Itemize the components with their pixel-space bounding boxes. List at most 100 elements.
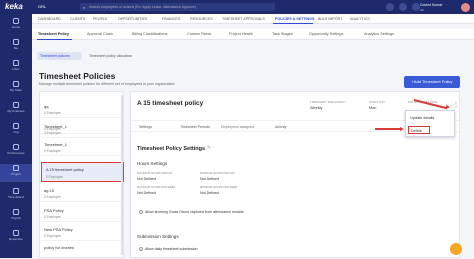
nav-policies-settings[interactable]: POLICIES & SETTINGS xyxy=(275,17,314,21)
help-icon[interactable] xyxy=(399,3,407,11)
max-hours-day-label: MAXIMUM HOURS PER DAY xyxy=(137,172,173,175)
top-icons xyxy=(386,3,420,11)
nav-opportunities[interactable]: OPPORTUNITIES xyxy=(118,17,147,21)
edit-pencil-icon[interactable]: ✎ xyxy=(207,145,211,151)
sidebar-item-project[interactable]: Project xyxy=(0,164,32,182)
main-nav: DASHBOARD CLIENTS PEOPLE OPPORTUNITIES F… xyxy=(32,14,474,24)
policy-name: PSA Policy xyxy=(44,208,64,213)
add-timesheet-policy-button[interactable]: +Add Timesheet Policy xyxy=(404,76,460,88)
tab-billing-classifications[interactable]: Billing Classifications xyxy=(132,32,167,36)
policy-subtabs: Timesheet policies Timesheet policy allo… xyxy=(32,50,474,61)
tab-approval-chain[interactable]: Approval Chain xyxy=(87,32,113,36)
gross-hours-check-icon xyxy=(139,210,143,214)
help-chat-icon[interactable] xyxy=(450,243,462,255)
tab-task-stages[interactable]: Task Stages xyxy=(272,32,293,36)
min-hours-day-label: MINIMUM HOURS PER DAY xyxy=(200,172,235,175)
home-icon xyxy=(13,18,19,24)
frequency-value: Weekly xyxy=(310,106,323,110)
policy-count: 0 Employee xyxy=(44,149,61,153)
nav-people[interactable]: PEOPLE xyxy=(93,17,107,21)
list-item[interactable]: Timesheet_1 0 Employee xyxy=(40,122,123,138)
max-hours-day-value: Not Defined xyxy=(137,177,156,181)
sidebar-item-time[interactable]: Time Attend xyxy=(0,187,32,201)
frequency-label: TIMESHEET FREQUENCY xyxy=(310,100,347,104)
chart-icon xyxy=(13,144,19,150)
nav-analytics[interactable]: ANALYTICS xyxy=(350,17,370,21)
tab-activity[interactable]: Activity xyxy=(275,125,286,129)
sidebar-item-myteam[interactable]: My Team xyxy=(0,80,32,94)
list-item[interactable]: policy for charles xyxy=(40,243,123,259)
search-input[interactable]: ⌕ Search employees or actions (Ex: Apply… xyxy=(80,3,275,11)
sidebar-label: My Team xyxy=(9,88,23,92)
keka-logo[interactable]: keka xyxy=(5,2,23,11)
sidebar: Home Me Inbox My Team My Finances Org Pe… xyxy=(0,14,32,258)
bell-icon[interactable] xyxy=(386,3,394,11)
tab-analytics-settings[interactable]: Analytics Settings xyxy=(364,32,394,36)
list-item[interactable]: ag 15 0 Employee xyxy=(40,186,123,202)
org-name[interactable]: GRL xyxy=(38,4,46,9)
allow-gross-hours: Allow showing Gross Hours captured from … xyxy=(145,210,244,214)
nav-finances[interactable]: FINANCES xyxy=(162,17,180,21)
start-day-value: Mon xyxy=(369,106,377,110)
policy-count: 0 Employee xyxy=(46,175,63,179)
sidebar-item-finances[interactable]: My Finances xyxy=(0,101,32,115)
policy-count: 0 Employee xyxy=(44,215,61,219)
top-bar: keka GRL ⌕ Search employees or actions (… xyxy=(0,0,474,14)
nav-timesheet-approvals[interactable]: TIMESHEET APPROVALS xyxy=(222,17,265,21)
sidebar-item-home[interactable]: Home xyxy=(0,17,32,31)
list-item[interactable]: Timesheet_1 0 Employee xyxy=(40,140,123,156)
payroll-icon xyxy=(13,209,19,215)
receipt-icon xyxy=(13,230,19,236)
sidebar-label: Inbox xyxy=(12,67,20,71)
subtab-policy-allocation[interactable]: Timesheet policy allocation xyxy=(89,54,132,58)
nav-bulk-import[interactable]: BULK IMPORT xyxy=(318,17,342,21)
tab-timesheet-periods[interactable]: Timesheet Periods xyxy=(180,125,210,129)
sidebar-item-inbox[interactable]: Inbox xyxy=(0,59,32,73)
sidebar-item-me[interactable]: Me xyxy=(0,38,32,52)
subtab-timesheet-policies[interactable]: Timesheet policies xyxy=(40,54,70,58)
page-subtitle: Manage multiple timesheet policies for d… xyxy=(39,82,175,86)
user-initials: GK xyxy=(420,8,425,12)
nav-clients[interactable]: CLIENTS xyxy=(70,17,85,21)
apps-icon[interactable] xyxy=(412,3,420,11)
wallet-icon xyxy=(13,102,19,108)
tab-settings[interactable]: Settings xyxy=(139,125,152,129)
list-item[interactable]: PSA Policy 0 Employee xyxy=(40,206,123,222)
clock-icon xyxy=(13,188,19,194)
policy-name: A 15 timesheet policy xyxy=(46,167,84,172)
user-icon xyxy=(13,39,19,45)
tab-opportunity-settings[interactable]: Opportunity Settings xyxy=(309,32,343,36)
sidebar-item-org[interactable]: Org xyxy=(0,122,32,136)
list-item[interactable]: qq 0 Employee xyxy=(40,102,123,118)
policy-name: New PSA Policy xyxy=(44,227,73,232)
tab-custom-fields[interactable]: Custom Fields xyxy=(187,32,211,36)
policy-list: qq 0 Employee 0 Employee Timesheet_1 0 Emp… xyxy=(39,91,124,258)
sidebar-label: Expenses xyxy=(9,237,23,241)
hours-settings-title: Hours Settings xyxy=(137,161,168,166)
more-options-icon[interactable]: ⋮ xyxy=(453,101,459,108)
start-day-label: START DAY xyxy=(369,100,386,104)
sidebar-label: Performance xyxy=(7,151,25,155)
sidebar-label: Payroll xyxy=(11,216,21,220)
tab-project-health[interactable]: Project Health xyxy=(229,32,253,36)
tab-timesheet-policy[interactable]: Timesheet Policy xyxy=(38,32,69,36)
policy-title: A 15 timesheet policy xyxy=(137,100,204,107)
policy-name: qq xyxy=(44,104,49,109)
sidebar-label: My Finances xyxy=(7,109,25,113)
list-scrollbar[interactable] xyxy=(121,95,123,255)
sidebar-item-payroll[interactable]: Payroll xyxy=(0,208,32,222)
update-details-item[interactable]: Update details xyxy=(410,116,434,120)
delete-item[interactable]: Delete xyxy=(408,126,430,134)
list-item[interactable]: New PSA Policy 0 Employee xyxy=(40,225,123,241)
list-item-selected[interactable]: A 15 timesheet policy 0 Employee xyxy=(41,162,124,182)
annotation-arrowhead xyxy=(400,126,404,131)
submission-settings-title: Submission Settings xyxy=(137,234,179,239)
user-menu[interactable]: Govind Kumar GK xyxy=(420,2,472,13)
sidebar-item-performance[interactable]: Performance xyxy=(0,143,32,157)
nav-dashboard[interactable]: DASHBOARD xyxy=(38,17,61,21)
search-icon: ⌕ xyxy=(83,4,86,10)
nav-resources[interactable]: RESOURCES xyxy=(190,17,213,21)
tab-employees-assigned[interactable]: Employees assigned xyxy=(221,125,254,129)
sidebar-item-expenses[interactable]: Expenses xyxy=(0,229,32,243)
briefcase-icon xyxy=(13,165,19,171)
